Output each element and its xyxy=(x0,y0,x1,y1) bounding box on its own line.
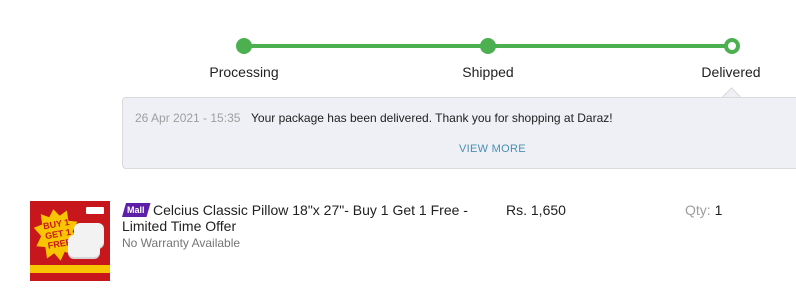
pillow-icon xyxy=(68,235,100,257)
qty-value: 1 xyxy=(714,202,723,218)
product-price: Rs. 1,650 xyxy=(506,202,566,218)
warranty-info: No Warranty Available xyxy=(122,236,241,250)
status-message: Your package has been delivered. Thank y… xyxy=(251,111,613,125)
order-progress-tracker: Processing Shipped Delivered xyxy=(0,0,796,95)
view-more-link[interactable]: VIEW MORE xyxy=(459,143,526,155)
progress-line-segment xyxy=(244,44,488,48)
step-dot-shipped xyxy=(480,38,496,54)
progress-line-segment xyxy=(488,44,732,48)
step-label-delivered: Delivered xyxy=(701,64,761,80)
step-label-processing: Processing xyxy=(209,64,279,80)
mall-badge: Mall xyxy=(122,203,151,217)
qty-label: Qty: xyxy=(685,202,711,218)
step-label-shipped: Shipped xyxy=(462,64,514,80)
product-thumbnail[interactable]: BUY 1 GET 1 FREE xyxy=(30,201,110,281)
product-title[interactable]: Celcius Classic Pillow 18"x 27"- Buy 1 G… xyxy=(122,202,492,234)
promo-strip xyxy=(30,265,110,273)
step-dot-delivered xyxy=(724,38,740,54)
step-dot-processing xyxy=(236,38,252,54)
brand-logo-icon xyxy=(86,207,104,214)
delivery-status-note: 26 Apr 2021 - 15:35 Your package has bee… xyxy=(122,97,796,169)
product-quantity: Qty: 1 xyxy=(685,202,722,218)
status-timestamp: 26 Apr 2021 - 15:35 xyxy=(135,111,241,125)
